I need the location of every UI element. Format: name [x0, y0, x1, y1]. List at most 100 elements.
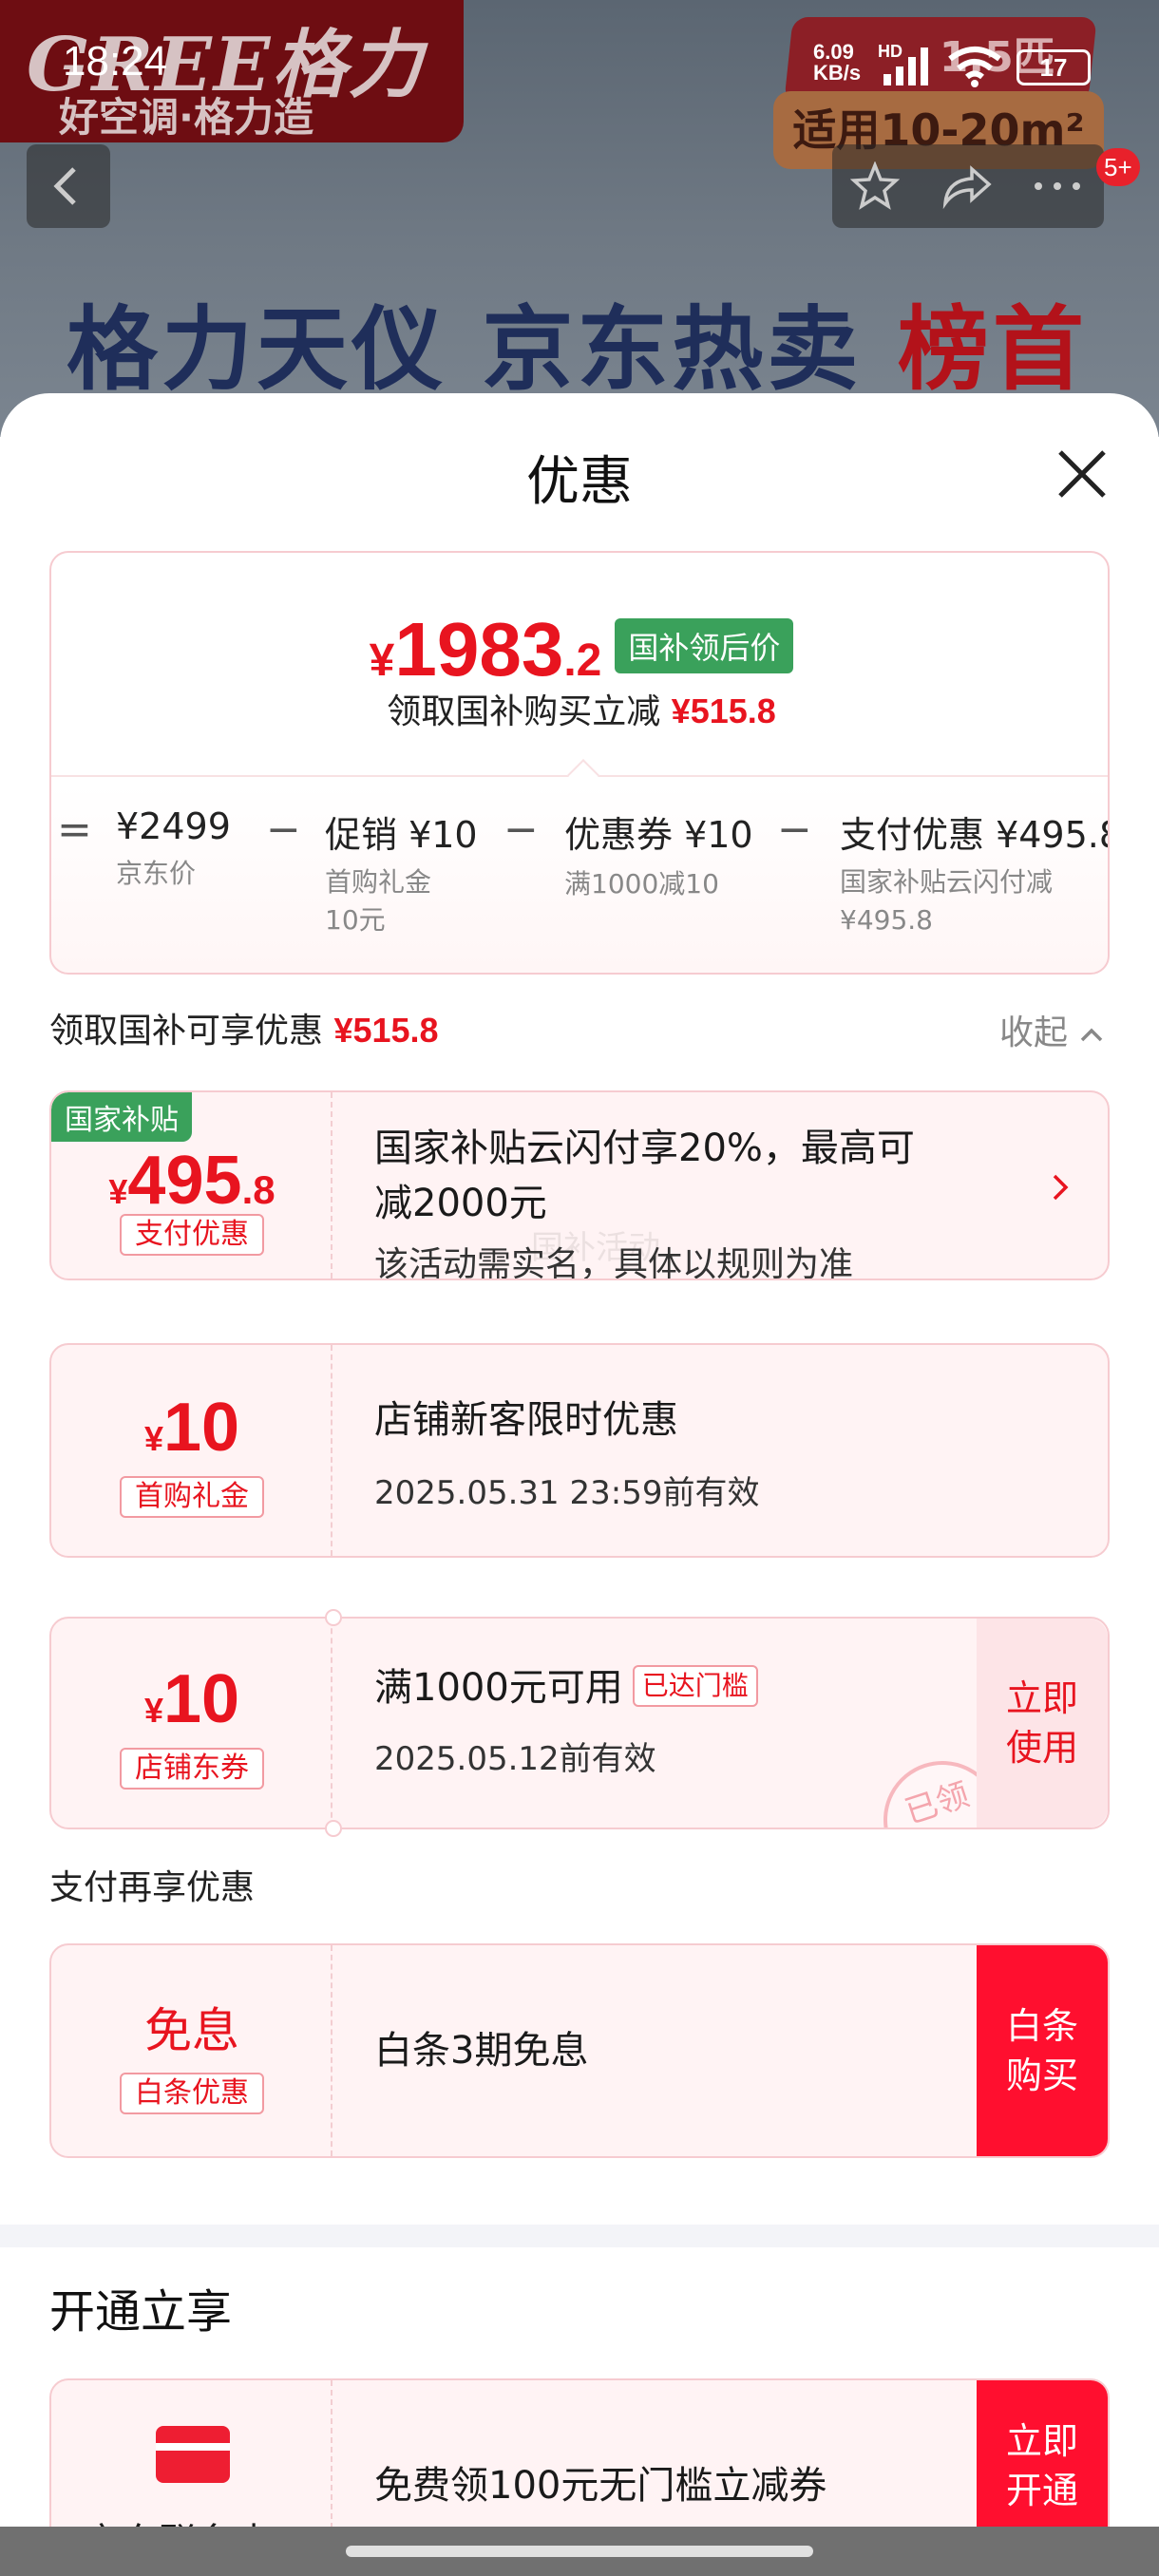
share-button[interactable] — [923, 144, 1009, 228]
back-button[interactable] — [27, 144, 110, 228]
breakdown-coupon: 优惠券 ¥10 满1000减10 — [564, 805, 753, 903]
banner-hot-text: 榜首 — [897, 296, 1088, 403]
section-title-text: 领取国补可享优惠 — [49, 1012, 324, 1051]
coupon-amount: 免息 — [144, 2003, 239, 2058]
divider — [51, 759, 1108, 791]
status-bar: 18:24 6.09 KB/s HD 17 — [0, 0, 1159, 142]
collapse-button[interactable]: 收起 — [999, 1005, 1105, 1054]
coupon-store: 已领 立即 使用 ¥10 店铺东券 满1000元可用 已达门槛 2025.05.1… — [49, 1609, 1110, 1837]
more-button[interactable] — [1015, 144, 1100, 228]
more-icon — [1035, 182, 1080, 190]
coupon-description: 白条3期免息 — [374, 2029, 589, 2073]
system-nav-bar — [0, 2527, 1159, 2576]
use-now-button[interactable]: 立即 使用 — [977, 1619, 1108, 1828]
price-currency: ¥ — [369, 635, 395, 686]
card-icon — [156, 2426, 230, 2483]
coupon-validity: 2025.05.31 23:59前有效 — [374, 1474, 760, 1512]
promo-value: 促销 ¥10 — [325, 814, 478, 856]
baitiao-buy-label-2: 购买 — [1005, 2055, 1078, 2096]
coupon-national-subsidy[interactable]: 国家补贴 ¥495.8 支付优惠 国补活动 国家补贴云闪付享20%，最高可 减2… — [49, 1090, 1110, 1280]
net-speed: 6.09 KB/s — [813, 42, 861, 84]
minus-sign: − — [504, 805, 539, 854]
jd-price-value: ¥2499 — [116, 805, 231, 847]
coupon-condition: 满1000元可用 — [374, 1666, 623, 1710]
coupon-type-pill: 支付优惠 — [120, 1214, 264, 1256]
promo-label: 首购礼金 — [325, 866, 432, 898]
price-subtitle-amount: ¥515.8 — [671, 691, 776, 730]
close-icon[interactable] — [1049, 441, 1115, 507]
nav-actions — [832, 144, 1104, 228]
payment-label: 国家补贴云闪付减 — [840, 866, 1054, 898]
favorite-button[interactable] — [832, 144, 918, 228]
available-discounts-title: 领取国补可享优惠 ¥515.8 — [49, 1003, 439, 1052]
pay-discounts-title: 支付再享优惠 — [49, 1868, 256, 1907]
message-badge: 5+ — [1096, 148, 1140, 186]
baitiao-buy-button[interactable]: 白条 购买 — [977, 1945, 1108, 2156]
star-icon — [850, 161, 900, 210]
coupon-currency: ¥ — [143, 1419, 163, 1458]
price-summary-card: ¥ 1983 .2 国补领后价 领取国补购买立减 ¥515.8 = ¥2499 … — [49, 551, 1110, 975]
coupon-amount-integer: 495 — [127, 1143, 242, 1219]
coupon-first-purchase[interactable]: ¥10 首购礼金 店铺新客限时优惠 2025.05.31 23:59前有效 — [49, 1343, 1110, 1558]
coupon-currency: ¥ — [108, 1172, 128, 1211]
coupon-currency: ¥ — [143, 1691, 163, 1730]
use-now-label-1: 立即 — [1005, 1677, 1078, 1719]
breakdown-payment: 支付优惠 ¥495.8 国家补贴云闪付减 ¥495.8 — [840, 805, 1110, 939]
price-integer: 1983 — [394, 607, 564, 691]
coupon-description: 满1000元可用 已达门槛 — [374, 1660, 758, 1715]
coupon-description-line2: 减2000元 — [374, 1182, 547, 1225]
price-subtitle: 领取国补购买立减 ¥515.8 — [51, 684, 1108, 733]
coupon-type-pill: 店铺东券 — [120, 1748, 264, 1790]
battery-indicator: 17 — [1016, 49, 1091, 85]
open-section-title: 开通立享 — [49, 2285, 233, 2339]
subsidy-price-tag: 国补领后价 — [615, 618, 794, 673]
chevron-left-icon — [53, 167, 76, 205]
coupon-amount-integer: 10 — [162, 1390, 240, 1466]
breakdown-jd-price: ¥2499 京东价 — [116, 805, 231, 893]
net-speed-unit: KB/s — [813, 61, 862, 85]
coupon-description: 店铺新客限时优惠 — [374, 1398, 678, 1442]
minus-sign: − — [266, 805, 301, 854]
price-breakdown: = ¥2499 京东价 − 促销 ¥10 首购礼金 10元 − 优惠券 ¥10 … — [51, 805, 1110, 957]
discount-sheet: 优惠 ¥ 1983 .2 国补领后价 领取国补购买立减 ¥515.8 = ¥24… — [0, 393, 1159, 2576]
coupon-amount-integer: 10 — [162, 1661, 240, 1737]
net-speed-value: 6.09 — [813, 40, 854, 64]
payment-value: 支付优惠 ¥495.8 — [840, 814, 1110, 856]
status-time: 18:24 — [63, 38, 168, 85]
coupon-description: 免费领100元无门槛立减券 — [374, 2464, 827, 2508]
equals-sign: = — [57, 805, 92, 854]
minus-sign: − — [777, 805, 812, 854]
coupon-type-pill: 白条优惠 — [120, 2073, 264, 2114]
signal-icon — [884, 47, 928, 85]
subsidy-flag: 国家补贴 — [51, 1092, 192, 1142]
section-divider — [0, 2225, 1159, 2247]
baitiao-buy-label-1: 白条 — [1005, 2005, 1078, 2047]
price-subtitle-text: 领取国补购买立减 — [387, 692, 661, 731]
final-price: ¥ 1983 .2 国补领后价 — [51, 606, 1108, 693]
sheet-title: 优惠 — [526, 451, 633, 513]
coupon-note: 该活动需实名，具体以规则为准 — [374, 1245, 854, 1280]
coupon-amount: ¥10 — [51, 1389, 332, 1467]
coupon-label: 满1000减10 — [564, 868, 719, 900]
section-title-amount: ¥515.8 — [333, 1011, 439, 1050]
payment-label-amount: ¥495.8 — [840, 904, 933, 936]
promo-label-amount: 10元 — [325, 904, 386, 936]
home-handle[interactable] — [346, 2546, 813, 2557]
jd-price-label: 京东价 — [116, 858, 197, 889]
chevron-up-icon — [1081, 1028, 1103, 1042]
collapse-label: 收起 — [999, 1013, 1069, 1052]
share-icon — [942, 165, 992, 209]
open-now-label-2: 开通 — [1005, 2470, 1078, 2511]
coupon-description: 国家补贴云闪付享20%，最高可 — [374, 1127, 915, 1170]
coupon-amount-decimal: .8 — [241, 1167, 276, 1212]
use-now-label-2: 使用 — [1005, 1727, 1078, 1769]
coupon-validity: 2025.05.12前有效 — [374, 1740, 656, 1778]
coupon-value: 优惠券 ¥10 — [564, 814, 753, 856]
coupon-notch — [325, 1820, 342, 1837]
banner-text: 格力天仪 京东热卖 — [66, 296, 863, 403]
coupon-baitiao: 免息 白条优惠 白条3期免息 白条 购买 — [49, 1943, 1110, 2158]
chevron-right-icon — [1053, 1174, 1069, 1201]
price-decimal: .2 — [563, 635, 602, 686]
coupon-amount: ¥495.8 — [51, 1142, 332, 1220]
wifi-icon — [948, 47, 1001, 87]
